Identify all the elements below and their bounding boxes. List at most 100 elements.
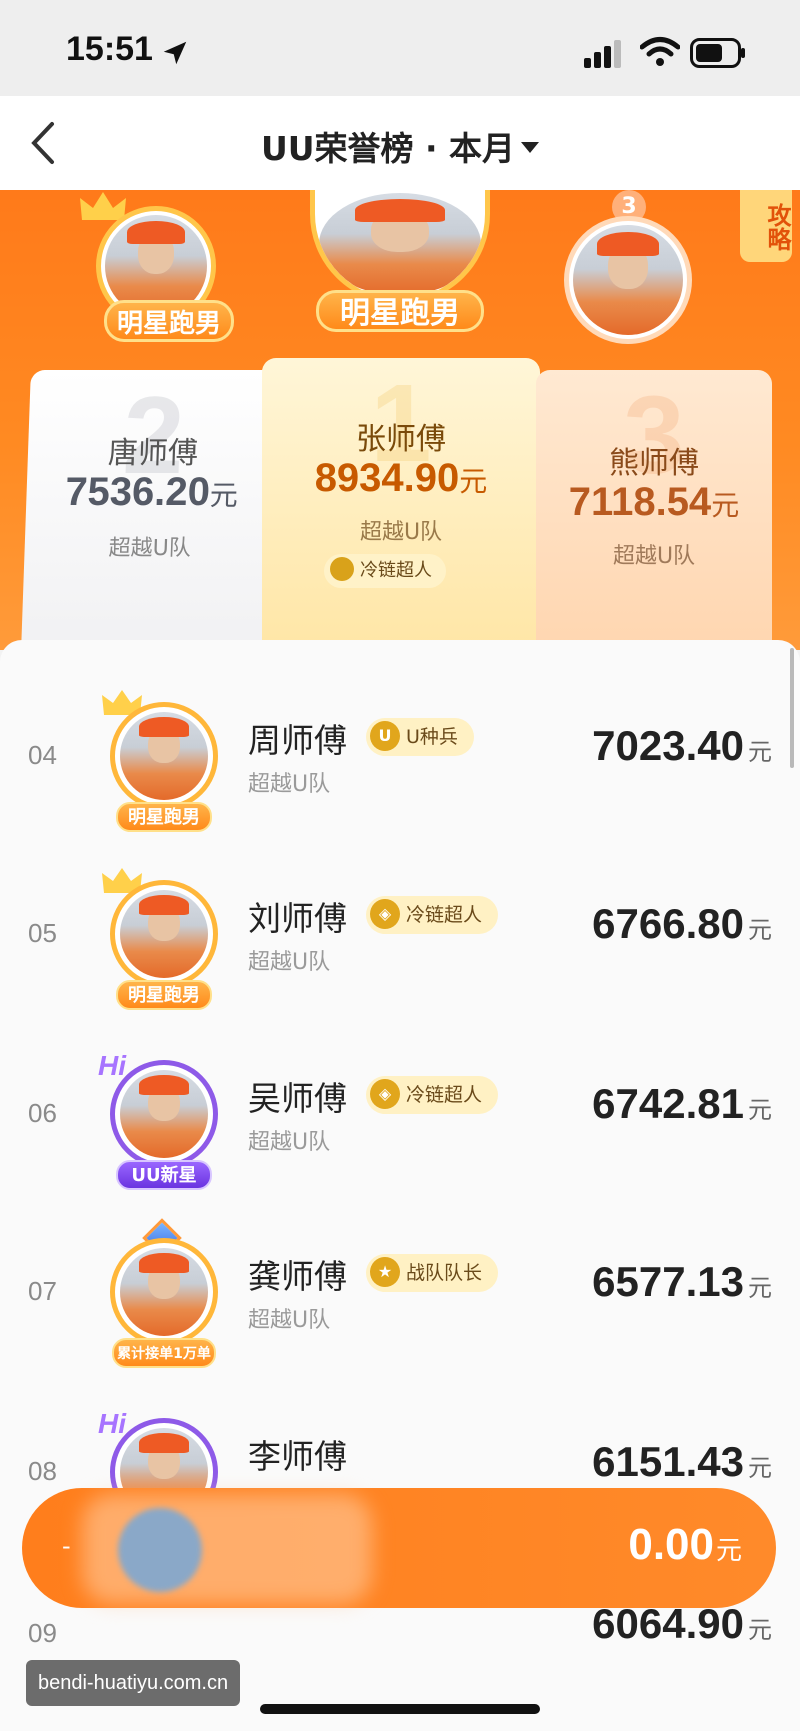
driver-name: 周师傅 xyxy=(248,721,347,760)
avatar[interactable] xyxy=(110,1060,218,1168)
list-item[interactable]: 05 明星跑男 刘师傅 ◈ 冷链超人 超越U队 6766.80 元 xyxy=(0,860,800,1038)
avatar-photo xyxy=(120,712,208,800)
podium-badge: 冷链超人 xyxy=(324,554,446,588)
amount-unit: 元 xyxy=(748,1455,772,1482)
rank-number: 07 xyxy=(28,1276,57,1306)
avatar-photo xyxy=(120,1248,208,1336)
wifi-icon xyxy=(640,37,680,66)
status-time: 15:51 xyxy=(66,30,153,68)
honor-badge: ◈ 冷链超人 xyxy=(366,1076,499,1114)
amount-value: 7118.54 xyxy=(568,480,712,524)
podium-rank-2[interactable]: 2 唐师傅 7536.20元 超越U队 xyxy=(21,370,281,650)
podium-amount: 7118.54元 xyxy=(536,480,772,525)
avatar[interactable] xyxy=(310,190,490,304)
list-item[interactable]: 04 明星跑男 周师傅 U U种兵 超越U队 7023.40 元 xyxy=(0,682,800,860)
newcomer-tag: UU新星 xyxy=(116,1160,212,1190)
hi-mark: Hi xyxy=(98,1050,126,1081)
podium-banner: 攻略 2 唐师傅 7536.20元 超越U队 1 张师傅 8934.90元 超越… xyxy=(0,190,800,650)
podium-amount: 7536.20元 xyxy=(26,470,278,515)
avatar[interactable] xyxy=(564,216,692,344)
amount-unit: 元 xyxy=(748,1617,772,1644)
snowflake-badge-icon: ◈ xyxy=(370,898,400,929)
amount-value: 7023.40 xyxy=(592,722,744,769)
driver-name: 李师傅 xyxy=(248,1437,347,1476)
podium-amount: 8934.90元 xyxy=(262,456,540,501)
amount-value: 8934.90 xyxy=(314,456,460,500)
rank-number: 08 xyxy=(28,1456,57,1486)
driver-name: 刘师傅 xyxy=(248,899,347,938)
avatar[interactable] xyxy=(110,702,218,810)
amount-unit: 元 xyxy=(748,1275,772,1302)
amount-value: 0.00 xyxy=(628,1520,714,1569)
podium-team: 超越U队 xyxy=(612,544,696,569)
list-item[interactable]: 06 Hi UU新星 吴师傅 ◈ 冷链超人 超越U队 6742.81 元 xyxy=(0,1040,800,1218)
rank-number: 06 xyxy=(28,1098,57,1128)
podium-team: 超越U队 xyxy=(359,520,443,545)
podium-name: 张师傅 xyxy=(356,422,446,457)
honor-badge: U U种兵 xyxy=(366,718,474,756)
amount-value: 6742.81 xyxy=(592,1080,744,1127)
my-rank-bar[interactable]: - 0.00元 xyxy=(22,1488,776,1608)
snowflake-badge-icon: ◈ xyxy=(370,1078,400,1109)
star-tag: 明星跑男 xyxy=(316,290,484,332)
rank-number: 05 xyxy=(28,918,57,948)
rank-number: 09 xyxy=(28,1618,57,1648)
earnings-amount: 7023.40 元 xyxy=(592,722,772,770)
amount-value: 6577.13 xyxy=(592,1258,744,1305)
list-item[interactable]: 07 累计接单1万单 龚师傅 ★ 战队队长 超越U队 6577.13 元 xyxy=(0,1218,800,1396)
amount-unit: 元 xyxy=(748,917,772,944)
star-tag: 明星跑男 xyxy=(116,802,212,832)
amount-value: 7536.20 xyxy=(64,470,211,514)
podium-rank-1[interactable]: 1 张师傅 8934.90元 超越U队 冷链超人 xyxy=(262,358,540,650)
podium-team: 超越U队 xyxy=(108,536,192,561)
earnings-amount: 6766.80 元 xyxy=(592,900,772,948)
team-name: 超越U队 xyxy=(248,950,331,975)
amount-value: 6151.43 xyxy=(592,1438,744,1485)
podium-name: 唐师傅 xyxy=(107,436,199,471)
home-indicator xyxy=(260,1704,540,1714)
driver-name: 吴师傅 xyxy=(248,1079,347,1118)
podium-name: 熊师傅 xyxy=(609,446,699,481)
star-tag: 明星跑男 xyxy=(116,980,212,1010)
team-name: 超越U队 xyxy=(248,1308,331,1333)
earnings-amount: 6151.43 元 xyxy=(592,1438,772,1486)
avatar-photo xyxy=(120,1070,208,1158)
badge-label: 战队队长 xyxy=(406,1262,483,1284)
honor-badge: ★ 战队队长 xyxy=(366,1254,499,1292)
avatar-photo xyxy=(120,890,208,978)
nav-bar: UU荣誉榜 · 本月 xyxy=(0,96,800,190)
location-arrow-icon xyxy=(163,41,187,65)
team-name: 超越U队 xyxy=(248,772,331,797)
chevron-down-icon xyxy=(521,142,540,153)
badge-label: 冷链超人 xyxy=(406,1084,483,1106)
avatar[interactable] xyxy=(110,880,218,988)
badge-label: 冷链超人 xyxy=(360,560,432,581)
battery-icon xyxy=(690,38,745,68)
my-avatar xyxy=(118,1508,202,1592)
honor-badge: ◈ 冷链超人 xyxy=(366,896,499,934)
avatar-photo xyxy=(573,225,683,335)
star-tag: 明星跑男 xyxy=(104,300,234,342)
rank-number: 04 xyxy=(28,740,57,770)
period-selector[interactable]: UU荣誉榜 · 本月 xyxy=(0,122,800,170)
amount-unit: 元 xyxy=(748,1097,772,1124)
my-amount: 0.00元 xyxy=(628,1520,742,1570)
amount-unit: 元 xyxy=(711,490,740,521)
u-badge-icon: U xyxy=(370,720,400,751)
driver-name: 龚师傅 xyxy=(248,1257,347,1296)
team-name: 超越U队 xyxy=(248,1130,331,1155)
avatar-photo xyxy=(319,193,481,295)
earnings-amount: 6742.81 元 xyxy=(592,1080,772,1128)
milestone-tag: 累计接单1万单 xyxy=(112,1338,216,1368)
amount-unit: 元 xyxy=(715,1535,742,1565)
strategy-tab[interactable]: 攻略 xyxy=(740,190,792,262)
badge-label: 冷链超人 xyxy=(406,904,483,926)
hi-mark: Hi xyxy=(98,1408,126,1439)
amount-unit: 元 xyxy=(748,739,772,766)
amount-unit: 元 xyxy=(459,466,488,497)
amount-value: 6766.80 xyxy=(592,900,744,947)
star-badge-icon: ★ xyxy=(370,1256,400,1287)
podium-rank-3[interactable]: 3 熊师傅 7118.54元 超越U队 xyxy=(536,370,772,650)
avatar[interactable] xyxy=(110,1238,218,1346)
badge-label: U种兵 xyxy=(406,726,458,748)
